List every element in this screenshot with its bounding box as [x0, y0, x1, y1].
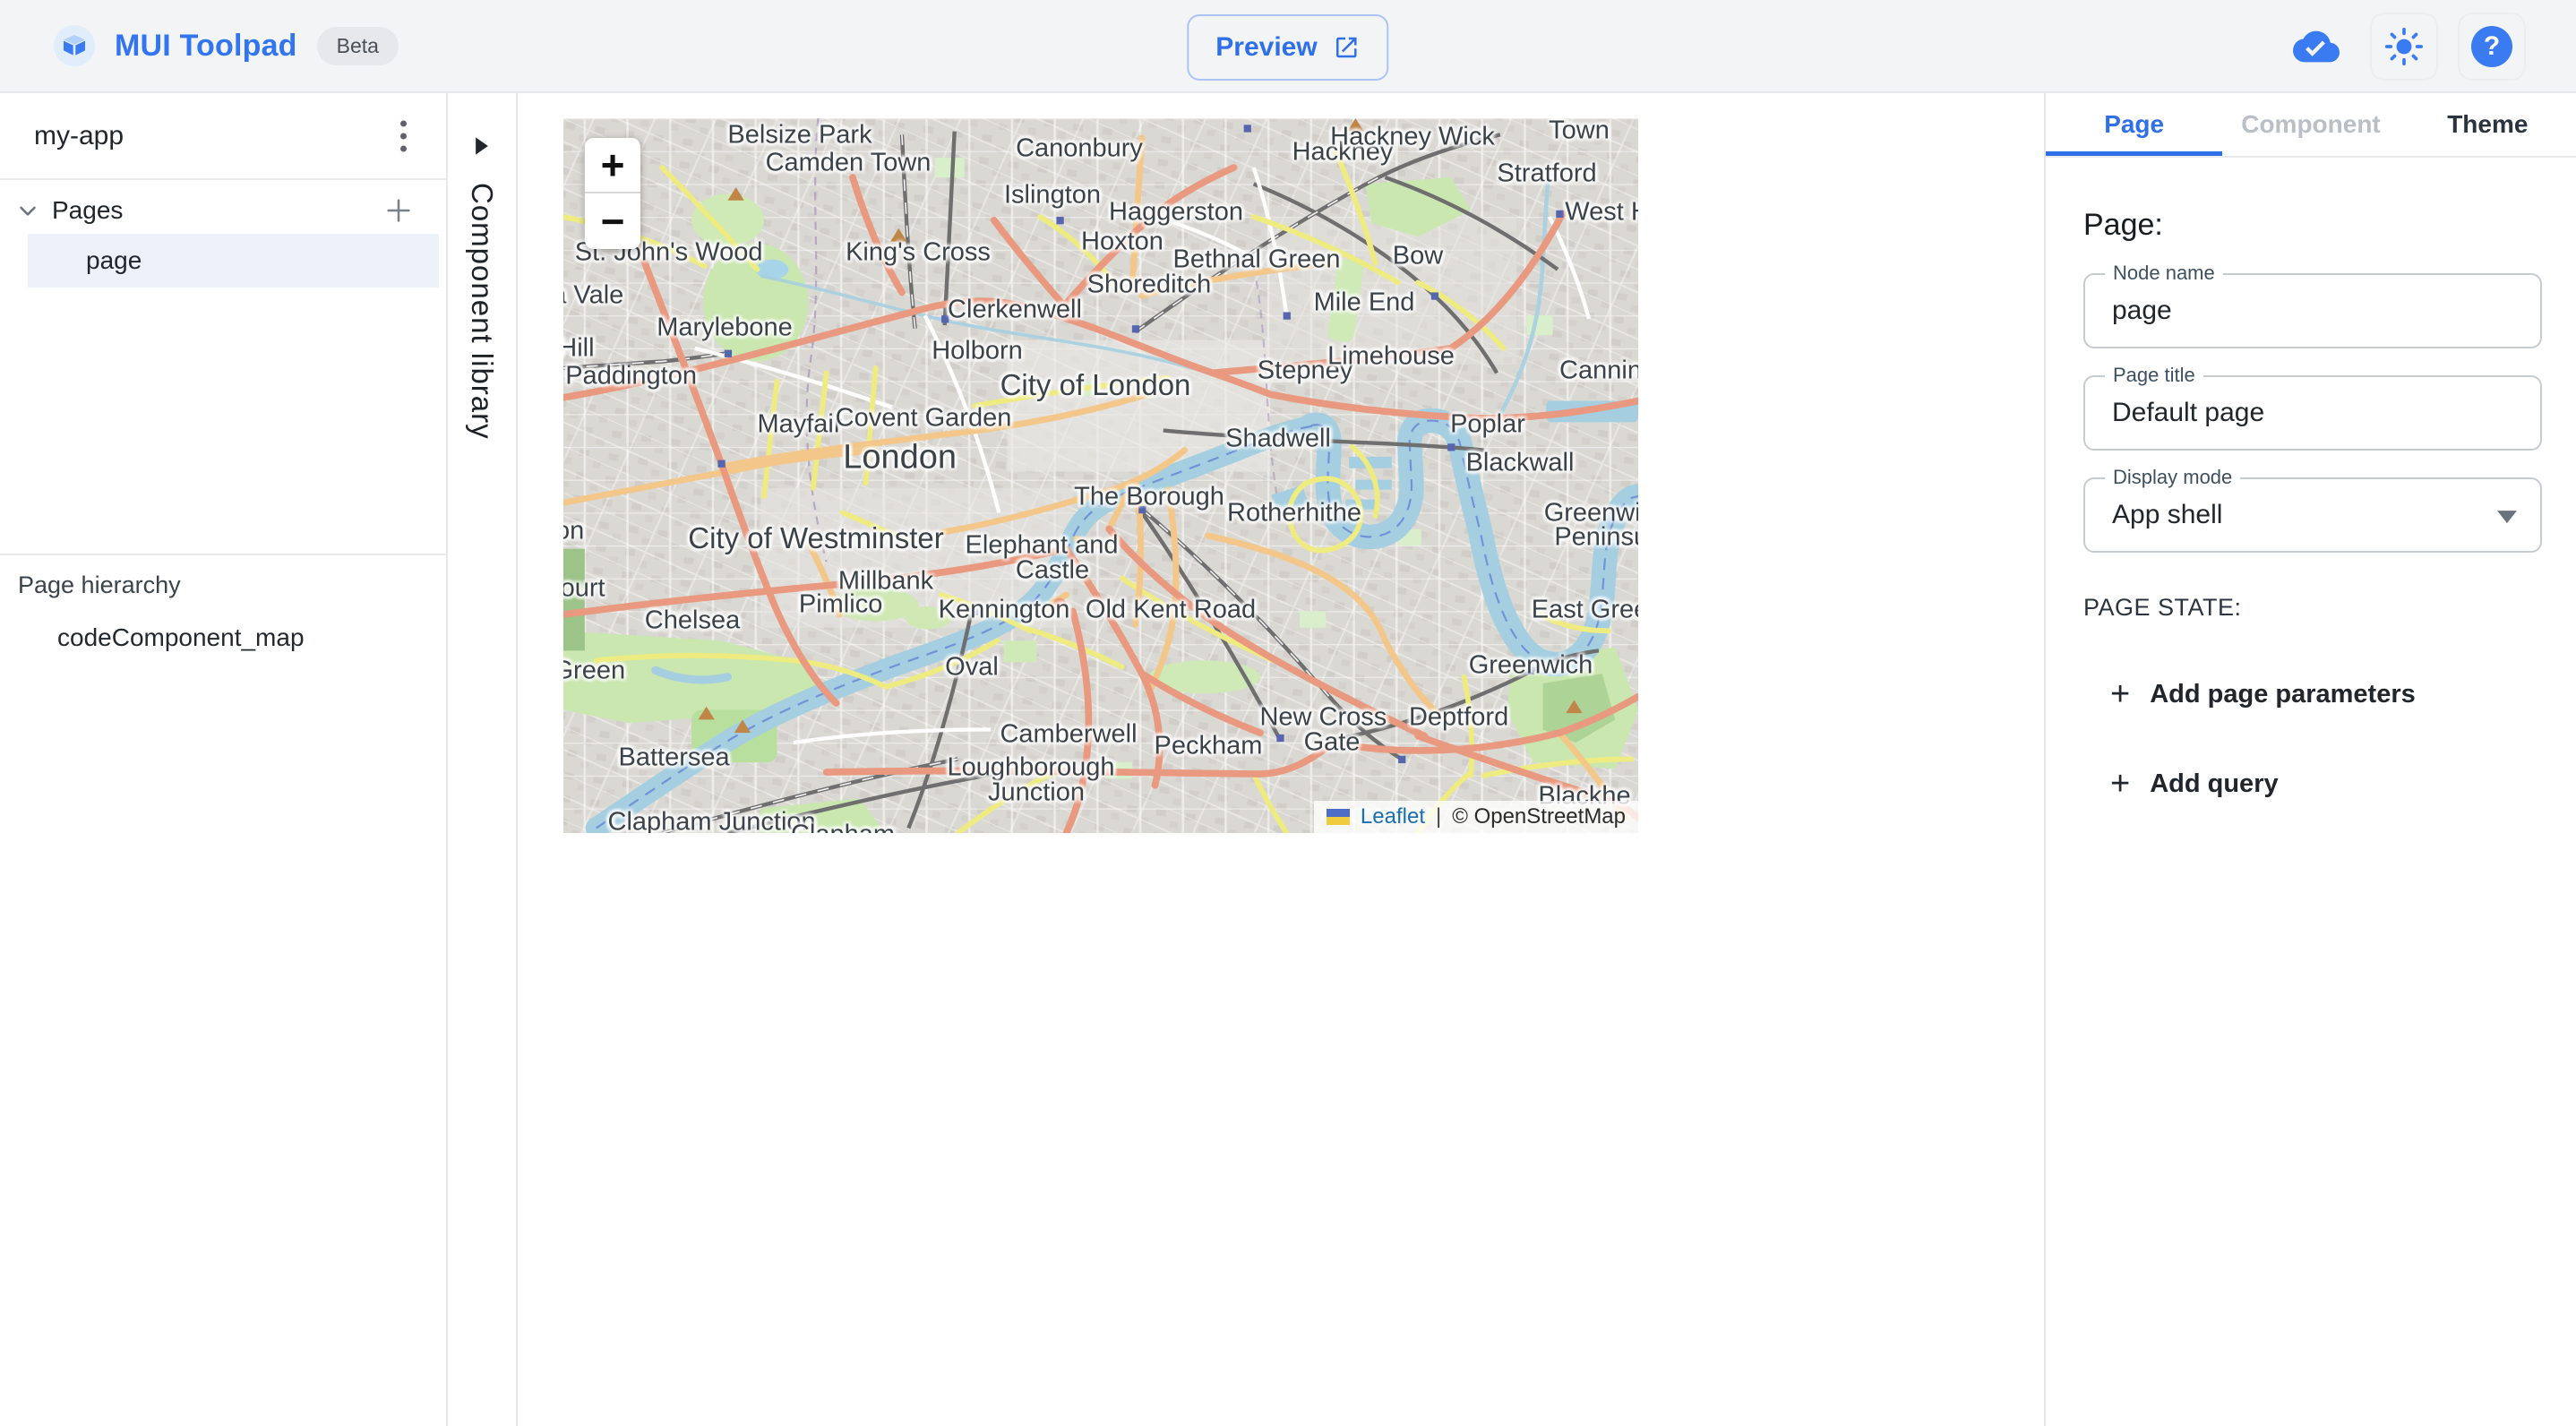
help-button[interactable]: ?: [2458, 13, 2526, 81]
action-label: Add query: [2150, 769, 2278, 799]
inspector-content: Page: Node name Page title Display mode PA…: [2046, 208, 2576, 801]
tab-page[interactable]: Page: [2046, 93, 2222, 156]
node-name-field[interactable]: Node name: [2083, 273, 2542, 348]
zoom-in-button[interactable]: +: [585, 138, 640, 193]
app-title: MUI Toolpad: [115, 29, 297, 64]
page-state-actions: + Add page parameters + Add query: [2083, 677, 2542, 801]
field-input[interactable]: [2085, 479, 2540, 551]
project-menu-button[interactable]: [391, 111, 416, 160]
field-input[interactable]: [2085, 377, 2540, 449]
header-actions: ?: [2282, 0, 2526, 93]
ukraine-flag-icon: [1327, 809, 1350, 825]
tab-component[interactable]: Component: [2222, 93, 2399, 156]
page-canvas: Belsize ParkCamden TownCanonburyHackneyH…: [518, 93, 2044, 1426]
component-library-label: Component library: [465, 183, 499, 440]
sidebar-page-item[interactable]: page: [28, 234, 439, 288]
inspector-tabs: PageComponentTheme: [2046, 93, 2576, 158]
plus-icon: [383, 195, 414, 226]
page-state-heading: PAGE STATE:: [2083, 594, 2542, 622]
toolpad-editor: MUI Toolpad Beta Preview: [0, 0, 2576, 1426]
tab-theme[interactable]: Theme: [2400, 93, 2576, 156]
divider: [0, 554, 446, 555]
toolpad-logo-icon: [54, 25, 95, 66]
osm-attribution: © OpenStreetMap: [1452, 804, 1626, 829]
beta-badge: Beta: [317, 27, 399, 65]
map-component[interactable]: Belsize ParkCamden TownCanonburyHackneyH…: [563, 118, 1638, 833]
help-icon: ?: [2471, 26, 2512, 67]
map-attribution: Leaflet | © OpenStreetMap: [1314, 801, 1638, 833]
light-mode-icon: [2384, 27, 2424, 66]
project-row: my-app: [0, 93, 446, 178]
inspector-panel: PageComponentTheme Page: Node name Page t…: [2044, 93, 2576, 1426]
action-label: Add page parameters: [2150, 680, 2416, 709]
explorer-sidebar: my-app Pages page Page hierarchy codeCom…: [0, 93, 448, 1426]
field-label: Display mode: [2105, 466, 2240, 489]
page-title-field[interactable]: Page title: [2083, 375, 2542, 451]
leaflet-link[interactable]: Leaflet: [1361, 804, 1425, 829]
preview-button[interactable]: Preview: [1187, 14, 1388, 81]
open-in-new-icon: [1334, 34, 1361, 61]
page-item-label: page: [86, 246, 142, 275]
add-page-button[interactable]: [378, 190, 419, 231]
page-hierarchy-title: Page hierarchy: [18, 571, 181, 599]
map-zoom-control: + −: [585, 138, 640, 249]
field-label: Page title: [2105, 364, 2203, 387]
cloud-done-icon: [2293, 23, 2340, 70]
dropdown-caret-icon: [2497, 511, 2517, 523]
display-mode-field[interactable]: Display mode: [2083, 477, 2542, 553]
theme-toggle-button[interactable]: [2370, 13, 2438, 81]
add-page-parameters-button[interactable]: + Add page parameters: [2083, 677, 2416, 711]
field-label: Node name: [2105, 262, 2223, 285]
attribution-separator: |: [1436, 804, 1441, 829]
add-query-button[interactable]: + Add query: [2083, 767, 2279, 801]
component-library-panel[interactable]: Component library: [448, 93, 518, 1426]
zoom-out-button[interactable]: −: [585, 193, 640, 249]
active-tab-indicator: [2046, 151, 2222, 156]
preview-button-label: Preview: [1215, 32, 1317, 63]
chevron-down-icon[interactable]: [14, 197, 41, 224]
pages-section-label: Pages: [52, 196, 123, 225]
hierarchy-item-codecomponent-map[interactable]: codeComponent_map: [57, 623, 305, 652]
page-fields: Node name Page title Display mode: [2083, 273, 2542, 553]
plus-icon: +: [2110, 677, 2130, 711]
field-input[interactable]: [2085, 275, 2540, 347]
divider: [0, 178, 446, 180]
page-heading: Page:: [2083, 208, 2542, 243]
sync-status-button[interactable]: [2282, 13, 2350, 81]
pages-section-header: Pages: [0, 185, 446, 236]
app-header: MUI Toolpad Beta Preview: [0, 0, 2576, 93]
plus-icon: +: [2110, 767, 2130, 801]
project-name: my-app: [34, 121, 124, 151]
expand-right-icon[interactable]: [474, 136, 490, 160]
